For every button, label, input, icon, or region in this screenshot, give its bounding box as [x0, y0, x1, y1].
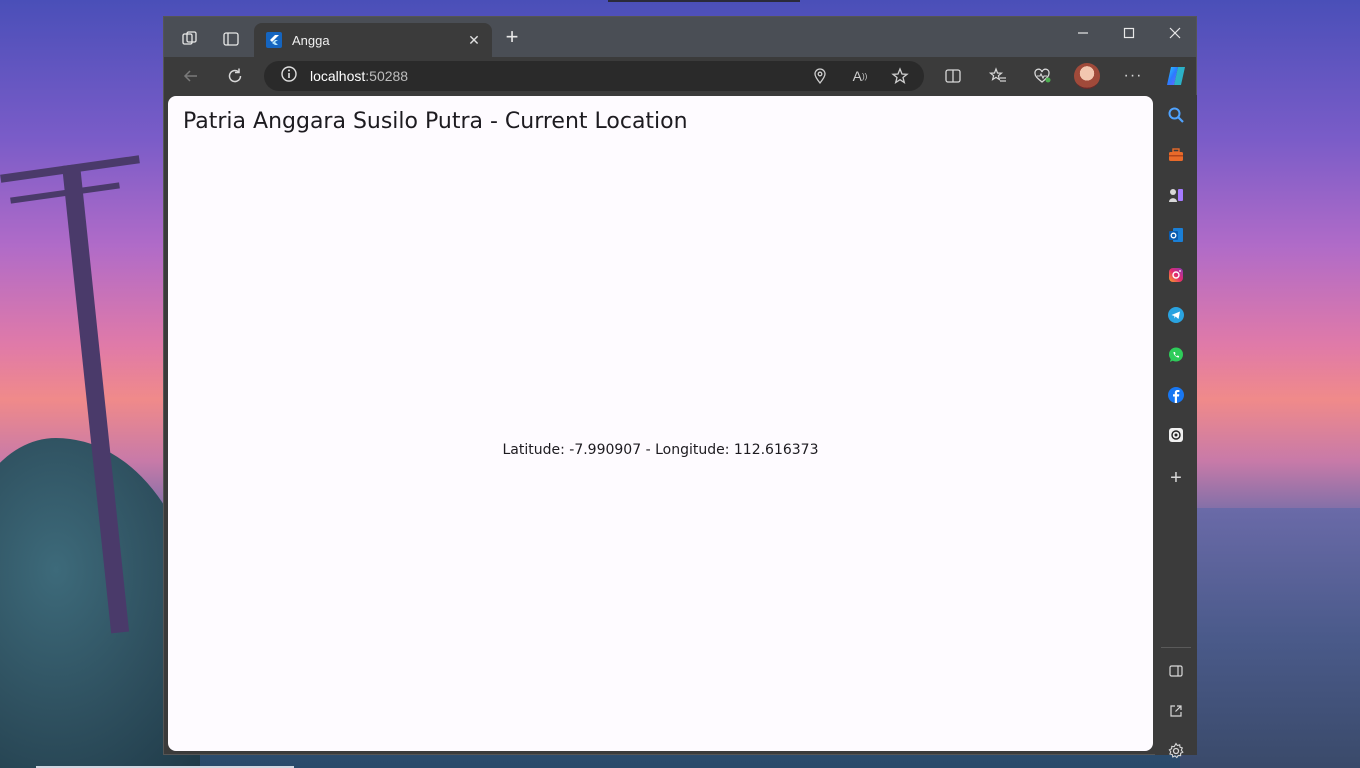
sidebar-whatsapp-icon[interactable] [1162, 341, 1190, 369]
sidebar-games-icon[interactable] [1162, 181, 1190, 209]
flutter-favicon-icon [266, 32, 282, 48]
top-edge-indicator [608, 0, 800, 2]
tab-actions-icon[interactable] [217, 25, 245, 53]
close-window-button[interactable] [1152, 17, 1198, 49]
edge-sidebar: + [1155, 95, 1197, 759]
web-page-content: Patria Anggara Susilo Putra - Current Lo… [168, 96, 1153, 751]
tab-strip: Angga ✕ + [164, 17, 1196, 57]
sidebar-tools-icon[interactable] [1162, 141, 1190, 169]
url-port: :50288 [365, 68, 409, 84]
wallpaper-hill-right [1180, 508, 1360, 768]
sidebar-add-icon[interactable]: + [1162, 464, 1190, 492]
tab-active[interactable]: Angga ✕ [254, 23, 492, 57]
settings-icon[interactable] [1162, 737, 1190, 765]
navigation-toolbar: localhost:50288 A)) ··· [164, 57, 1196, 95]
sidebar-instagram-icon[interactable] [1162, 261, 1190, 289]
sidebar-outlook-icon[interactable] [1162, 221, 1190, 249]
more-options-icon[interactable]: ··· [1119, 62, 1147, 90]
copilot-icon[interactable] [1162, 62, 1190, 90]
sidebar-separator [1161, 647, 1191, 648]
url-host: localhost [310, 68, 366, 84]
tab-close-icon[interactable]: ✕ [462, 28, 486, 52]
location-coordinates-text: Latitude: -7.990907 - Longitude: 112.616… [502, 442, 819, 458]
page-title: Patria Anggara Susilo Putra - Current Lo… [183, 109, 688, 134]
minimize-button[interactable] [1060, 17, 1106, 49]
site-info-icon[interactable] [280, 65, 298, 88]
address-bar[interactable]: localhost:50288 A)) [264, 61, 924, 91]
back-button[interactable] [177, 62, 205, 90]
split-screen-icon[interactable] [939, 62, 967, 90]
external-link-icon[interactable] [1162, 697, 1190, 725]
location-icon[interactable] [807, 63, 833, 89]
sidebar-chatgpt-icon[interactable] [1162, 421, 1190, 449]
refresh-button[interactable] [221, 62, 249, 90]
sidebar-telegram-icon[interactable] [1162, 301, 1190, 329]
sidebar-search-icon[interactable] [1162, 101, 1190, 129]
tab-title: Angga [292, 32, 330, 48]
read-aloud-icon[interactable]: A)) [847, 63, 873, 89]
maximize-button[interactable] [1106, 17, 1152, 49]
favorite-star-icon[interactable] [887, 63, 913, 89]
favorites-icon[interactable] [984, 62, 1012, 90]
sidebar-facebook-icon[interactable] [1162, 381, 1190, 409]
browser-essentials-icon[interactable] [1028, 62, 1056, 90]
sidebar-toggle-icon[interactable] [1162, 657, 1190, 685]
new-tab-button[interactable]: + [500, 26, 524, 50]
workspaces-icon[interactable] [176, 25, 204, 53]
browser-window: Angga ✕ + localhost:50288 A)) ··· Patri… [163, 16, 1197, 759]
profile-avatar[interactable] [1074, 63, 1100, 89]
